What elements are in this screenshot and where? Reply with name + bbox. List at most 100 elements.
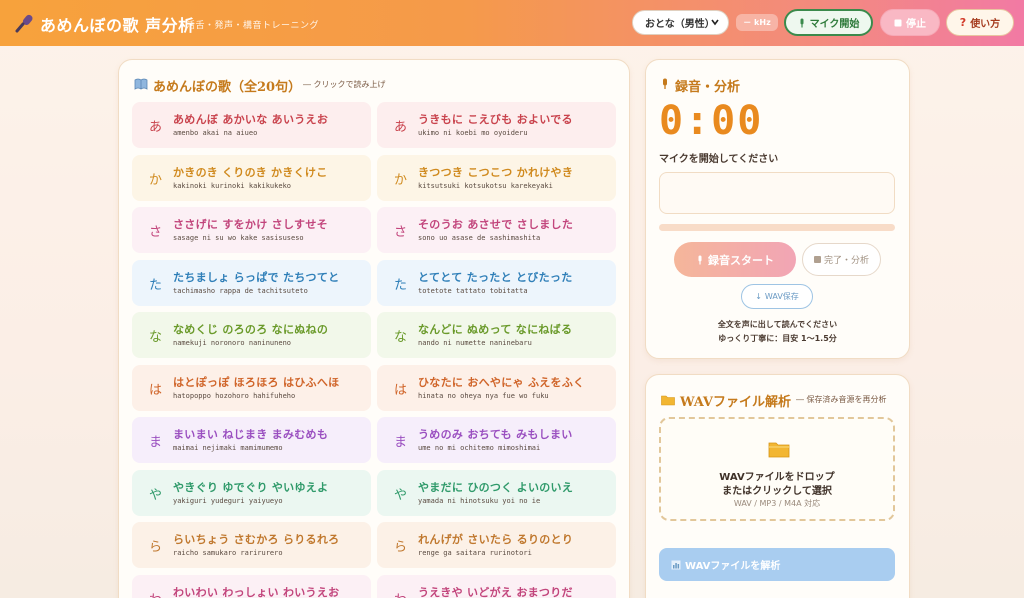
verse-item[interactable]: かきつつき こつこつ かれけやき kitsutsuki kotsukotsu ka… (377, 154, 616, 201)
verse-head-kana: ら (149, 540, 163, 555)
verse-head-kana: ら (394, 540, 408, 555)
finish-analyze-button[interactable]: 完了・分析 (802, 243, 881, 276)
verse-romaji: amenbo akai na aiueo (173, 129, 258, 137)
verse-head-kana: ま (394, 435, 408, 450)
analyze-wav-button[interactable]: WAVファイルを解析 (659, 548, 895, 581)
finish-analyze-label: 完了・分析 (823, 256, 869, 266)
verse-item[interactable]: わ うえきや いどがえ おまつりだ (377, 574, 616, 598)
book-icon (134, 78, 148, 90)
recording-hint-1: 全文を声に出して読んでください (717, 320, 838, 329)
verse-item[interactable]: あうきもに こえびも およいでる ukimo ni koebi mo oyoide… (377, 102, 616, 148)
download-arrow-icon: ↓ (755, 292, 762, 301)
verse-romaji: renge ga saitara rurinotori (418, 549, 532, 557)
verse-romaji: maimai nejimaki mamimumemo (173, 444, 283, 452)
verse-romaji: sasage ni su wo kake sasisuseso (173, 234, 304, 242)
verse-text: そのうお あさせで さしました (418, 218, 574, 231)
waveform-display (659, 172, 895, 214)
verse-romaji: namekuji noronoro naninuneno (173, 339, 292, 347)
question-icon: ? (959, 16, 967, 29)
verse-text: やまだに ひのつく よいのいえ (418, 480, 574, 494)
verse-text: ささげに すをかけ さしすせそ (173, 218, 328, 231)
verse-item[interactable]: ああめんぼ あかいな あいうえお amenbo akai na aiueo (132, 102, 371, 148)
stop-icon (894, 19, 902, 26)
verse-romaji: hatopoppo hozohoro hahifuheho (173, 391, 296, 400)
verse-head-kana: あ (394, 120, 408, 135)
verse-head-kana: わ (149, 589, 162, 598)
verse-head-kana: や (394, 487, 408, 503)
verse-head-kana: た (149, 277, 163, 293)
verse-item[interactable]: さそのうお あさせで さしました sono uo asase de sashima… (377, 207, 616, 253)
verse-text: らいちょう さむかろ らりるれろ (173, 533, 340, 546)
analyze-wav-label: WAVファイルを解析 (685, 561, 781, 572)
verse-text: なんどに ぬめって なにねばる (418, 323, 573, 336)
verse-head-kana: た (394, 277, 408, 293)
chart-icon (671, 560, 681, 569)
verse-text: かきのき くりのき かきくけこ (173, 165, 328, 179)
help-button[interactable]: ? 使い方 (946, 9, 1014, 36)
verse-head-kana: は (394, 382, 408, 398)
verse-item[interactable]: たたちましょ らっぱで たちつてと tachimasho rappa de tac… (132, 259, 371, 306)
verse-romaji: nando ni numette naninebaru (418, 339, 532, 347)
wav-save-label: WAV保存 (764, 292, 799, 301)
verse-head-kana: ま (149, 435, 163, 450)
recording-title: 録音・分析 (675, 80, 741, 95)
verse-head-kana: さ (149, 225, 163, 240)
verse-item[interactable]: ななめくじ のろのろ なにぬねの namekuji noronoro naninu… (132, 312, 371, 358)
chevron-down-icon (711, 19, 719, 26)
verse-head-kana: か (394, 172, 408, 188)
verse-item[interactable]: さささげに すをかけ さしすせそ sasage ni su wo kake sas… (132, 207, 371, 253)
wav-drop-zone[interactable]: WAVファイルをドロップ またはクリックして選択 WAV / MP3 / M4A… (659, 417, 895, 521)
stop-button[interactable]: 停止 (880, 9, 940, 36)
verse-text: れんげが さいたら るりのとり (418, 533, 574, 546)
verse-romaji: totetote tattato tobitatta (418, 286, 528, 295)
recording-status: マイクを開始してください (659, 154, 779, 165)
app-subtitle: 活舌・発声・構音トレーニング (186, 21, 320, 31)
mic-icon (663, 78, 667, 89)
verse-item[interactable]: はひなたに おへやにゃ ふえをふく hinata no oheya nya fue… (377, 364, 616, 411)
mic-icon (698, 255, 702, 264)
app-title: あめんぼの歌 声分析 (40, 16, 195, 35)
stop-label: 停止 (906, 19, 926, 30)
wav-save-button[interactable]: ↓ WAV保存 (741, 284, 813, 309)
verse-text: わいわい わっしょい わいうえお (173, 585, 340, 598)
verse-item[interactable]: ははとぽっぽ ほろほろ はひふへほ hatopoppo hozohoro hahi… (132, 364, 371, 411)
verse-romaji: hinata no oheya nya fue wo fuku (418, 391, 549, 400)
verse-item[interactable]: まうめのみ おちても みもしまい ume no mi ochitemo mimos… (377, 417, 616, 463)
supported-formats: WAV / MP3 / M4A 対応 (733, 499, 821, 508)
voice-type-select[interactable]: おとな（男性） (632, 10, 729, 35)
verse-romaji: yakiguri yudeguri yaiyueyo (173, 496, 283, 505)
verse-item[interactable]: ななんどに ぬめって なにねばる nando ni numette nanineb… (377, 312, 616, 358)
verse-romaji: yamada ni hinotsuku yoi no ie (418, 496, 541, 505)
verse-romaji: kakinoki kurinoki kakikukeko (173, 181, 292, 190)
verse-item[interactable]: かかきのき くりのき かきくけこ kakinoki kurinoki kakiku… (132, 154, 371, 201)
verse-item[interactable]: られんげが さいたら るりのとり renge ga saitara rurinot… (377, 522, 616, 568)
verse-head-kana: あ (149, 120, 163, 135)
verse-item[interactable]: たとてとて たったと とびたった totetote tattato tobitat… (377, 259, 616, 306)
verse-text: うきもに こえびも およいでる (418, 113, 573, 126)
verse-romaji: tachimasho rappa de tachitsuteto (173, 286, 308, 295)
wav-title: WAVファイル解析 (680, 395, 791, 410)
wav-note: ― 保存済み音源を再分析 (796, 395, 887, 404)
record-start-label: 録音スタート (708, 253, 774, 267)
verse-text: なめくじ のろのろ なにぬねの (173, 323, 329, 336)
verse-text: はとぽっぽ ほろほろ はひふへほ (173, 375, 340, 389)
poem-title: あめんぼの歌（全20句） (153, 80, 302, 95)
verse-romaji: ume no mi ochitemo mimoshimai (418, 444, 541, 452)
verse-item[interactable]: ややまだに ひのつく よいのいえ yamada ni hinotsuku yoi … (377, 469, 616, 516)
stop-square-icon (813, 256, 821, 263)
mic-start-button[interactable]: マイク開始 (784, 9, 873, 36)
verse-text: とてとて たったと とびたった (418, 270, 573, 284)
record-start-button[interactable]: 録音スタート (674, 242, 796, 277)
verse-head-kana: か (149, 172, 163, 188)
recording-timer: 0:00 (659, 98, 764, 144)
verse-romaji: kitsutsuki kotsukotsu karekeyaki (418, 181, 553, 190)
verse-text: うめのみ おちても みもしまい (418, 428, 573, 441)
app-header: あめんぼの歌 声分析 活舌・発声・構音トレーニング おとな（男性） － kHz … (0, 0, 1024, 46)
verse-item[interactable]: ららいちょう さむかろ らりるれろ raicho samukaro rarirur… (132, 522, 371, 568)
verse-text: ひなたに おへやにゃ ふえをふく (418, 375, 585, 389)
verse-text: たちましょ らっぱで たちつてと (173, 270, 340, 284)
verse-item[interactable]: ややきぐり ゆでぐり やいゆえよ yakiguri yudeguri yaiyue… (132, 469, 371, 516)
verse-head-kana: さ (394, 225, 408, 240)
verse-item[interactable]: わ わいわい わっしょい わいうえお (132, 574, 371, 598)
verse-item[interactable]: ままいまい ねじまき まみむめも maimai nejimaki mamimume… (132, 417, 371, 463)
